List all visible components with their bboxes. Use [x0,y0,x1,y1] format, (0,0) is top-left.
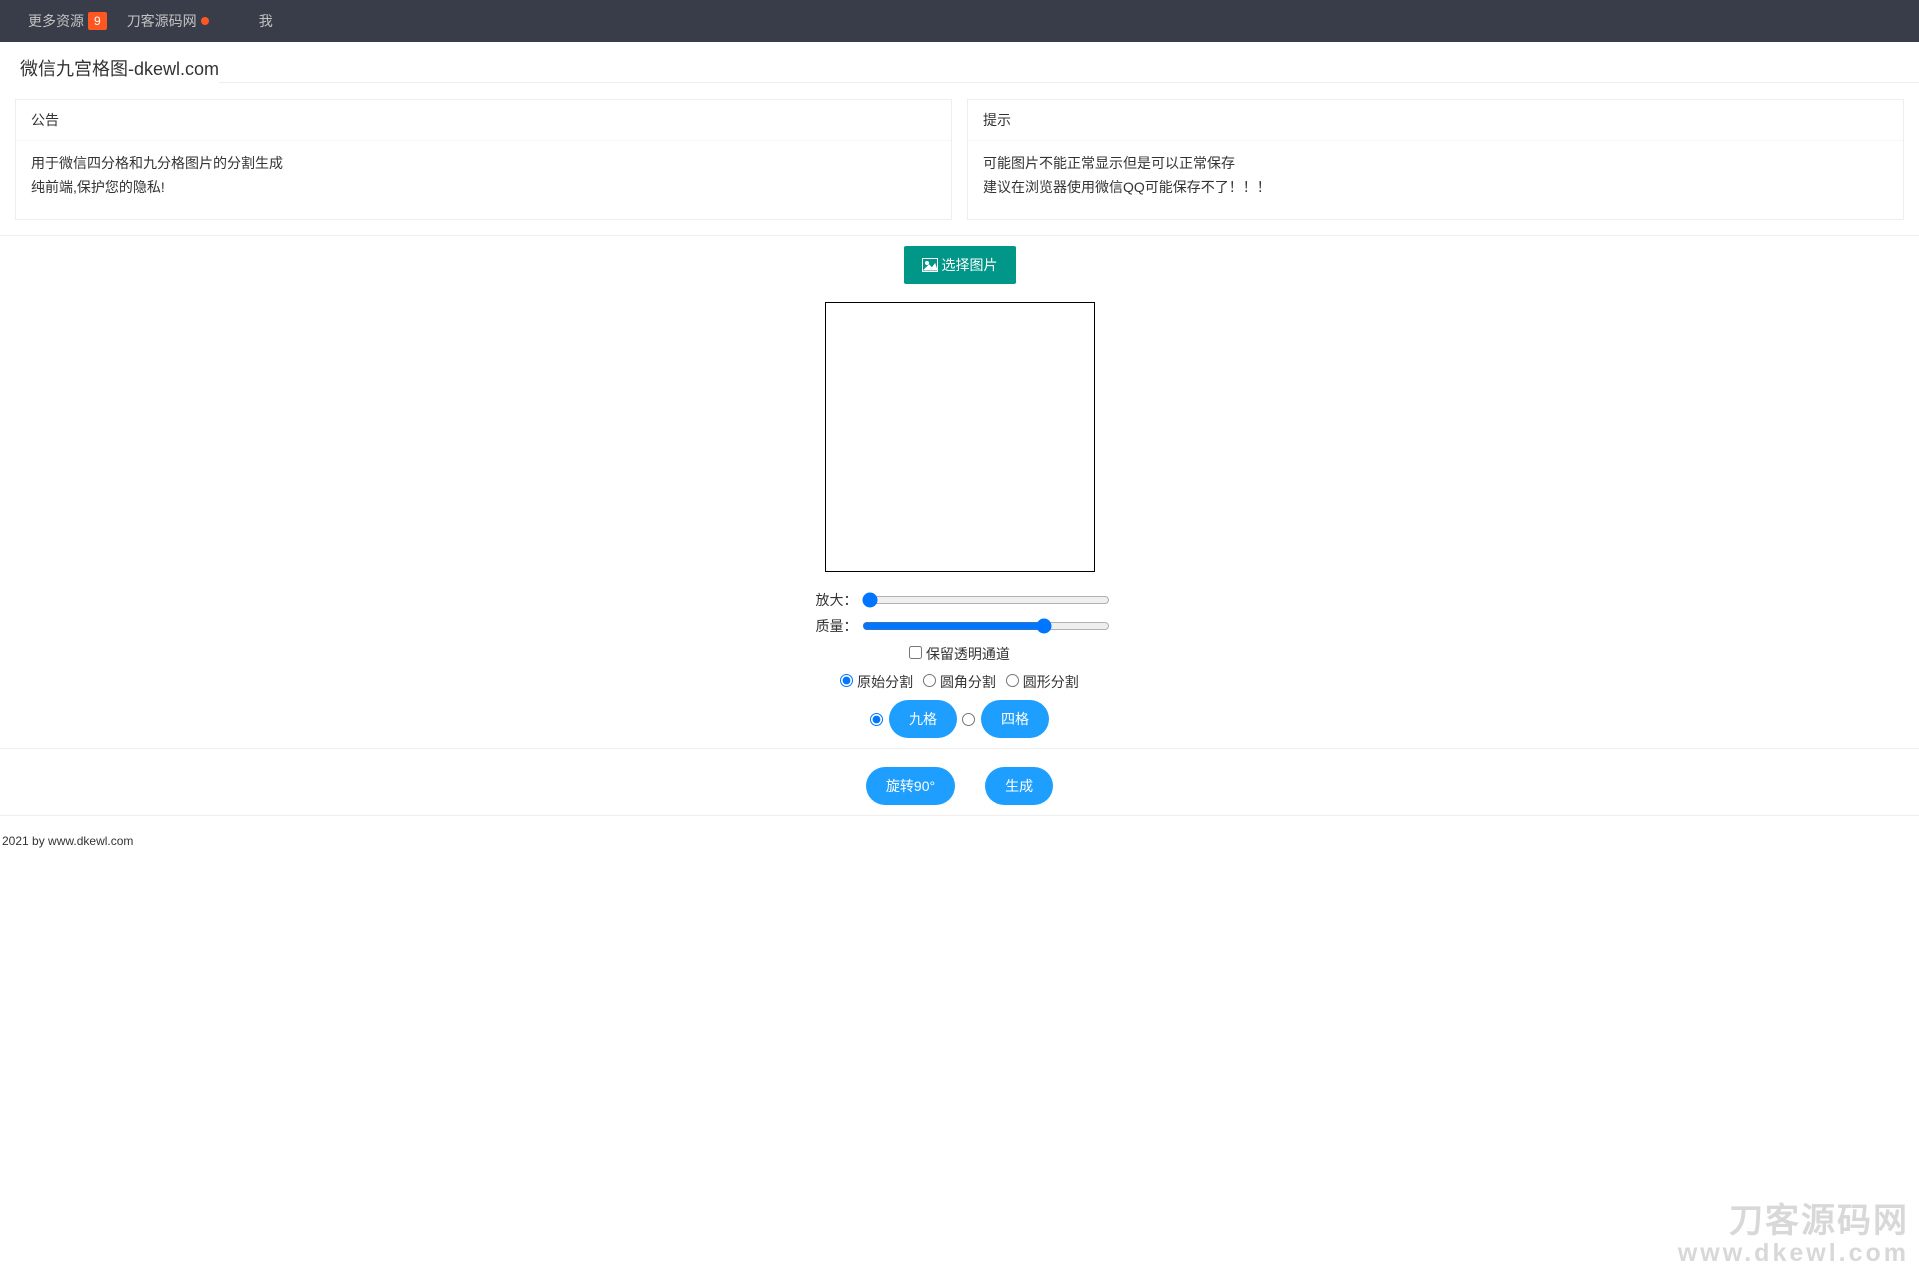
choose-image-button[interactable]: 选择图片 [904,246,1016,284]
notice-body: 用于微信四分格和九分格图片的分割生成 纯前端,保护您的隐私! [16,141,951,219]
nav-more-resources-label: 更多资源 [28,11,84,31]
divider [0,235,1919,236]
image-icon [922,258,938,272]
split-rounded-label: 圆角分割 [940,674,996,690]
four-radio[interactable] [962,713,975,726]
tip-card: 提示 可能图片不能正常显示但是可以正常保存 建议在浏览器使用微信QQ可能保存不了… [967,99,1904,220]
divider [0,748,1919,749]
split-rounded-option[interactable]: 圆角分割 [923,674,1000,690]
split-circle-option[interactable]: 圆形分割 [1006,674,1079,690]
four-button[interactable]: 四格 [981,700,1049,738]
alpha-option[interactable]: 保留透明通道 [909,646,1010,662]
nine-button[interactable]: 九格 [889,700,957,738]
image-canvas[interactable] [825,302,1095,572]
split-rounded-radio[interactable] [923,674,936,687]
choose-image-label: 选择图片 [942,255,998,275]
page-title: 微信九宫格图-dkewl.com [0,42,219,94]
split-original-option[interactable]: 原始分割 [840,674,917,690]
footer: 2021 by www.dkewl.com [0,826,1919,856]
alpha-label: 保留透明通道 [926,646,1010,662]
divider [0,82,1919,83]
rotate-button[interactable]: 旋转90° [866,767,955,805]
watermark-top: 刀客源码网 [1678,1204,1909,1240]
split-original-radio[interactable] [840,674,853,687]
split-original-label: 原始分割 [857,674,913,690]
notice-card: 公告 用于微信四分格和九分格图片的分割生成 纯前端,保护您的隐私! [15,99,952,220]
cards-row: 公告 用于微信四分格和九分格图片的分割生成 纯前端,保护您的隐私! 提示 可能图… [0,99,1919,220]
divider [0,815,1919,816]
dot-icon [201,17,209,25]
nav-site-label: 刀客源码网 [127,11,197,31]
watermark-bottom: www.dkewl.com [1678,1240,1909,1266]
footer-year: 2021 by [2,834,48,848]
nav-me[interactable]: 我 [249,0,283,42]
footer-link[interactable]: www.dkewl.com [48,834,133,848]
notice-line1: 用于微信四分格和九分格图片的分割生成 [31,151,936,175]
rotate-label: 旋转90° [886,776,935,796]
nine-label: 九格 [909,709,937,729]
split-circle-label: 圆形分割 [1023,674,1079,690]
watermark: 刀客源码网 www.dkewl.com [1678,1204,1909,1266]
zoom-slider[interactable] [862,592,1110,608]
four-label: 四格 [1001,709,1029,729]
nav-site-link[interactable]: 刀客源码网 [117,0,219,42]
split-circle-radio[interactable] [1006,674,1019,687]
nine-radio[interactable] [870,713,883,726]
nav-me-label: 我 [259,11,273,31]
tip-line2: 建议在浏览器使用微信QQ可能保存不了！！！ [983,175,1888,199]
controls: 放大： 质量： [810,590,1110,636]
tip-header: 提示 [968,100,1903,141]
generate-button[interactable]: 生成 [985,767,1053,805]
zoom-label: 放大： [810,590,858,610]
quality-label: 质量： [810,616,858,636]
nav-more-resources[interactable]: 更多资源 9 [18,0,117,42]
nav-badge: 9 [88,12,107,30]
tip-body: 可能图片不能正常显示但是可以正常保存 建议在浏览器使用微信QQ可能保存不了！！！ [968,141,1903,219]
notice-header: 公告 [16,100,951,141]
quality-slider[interactable] [862,618,1110,634]
notice-line2: 纯前端,保护您的隐私! [31,175,936,199]
tip-line1: 可能图片不能正常显示但是可以正常保存 [983,151,1888,175]
generate-label: 生成 [1005,776,1033,796]
navbar: 更多资源 9 刀客源码网 我 [0,0,1919,42]
alpha-checkbox[interactable] [909,646,922,659]
